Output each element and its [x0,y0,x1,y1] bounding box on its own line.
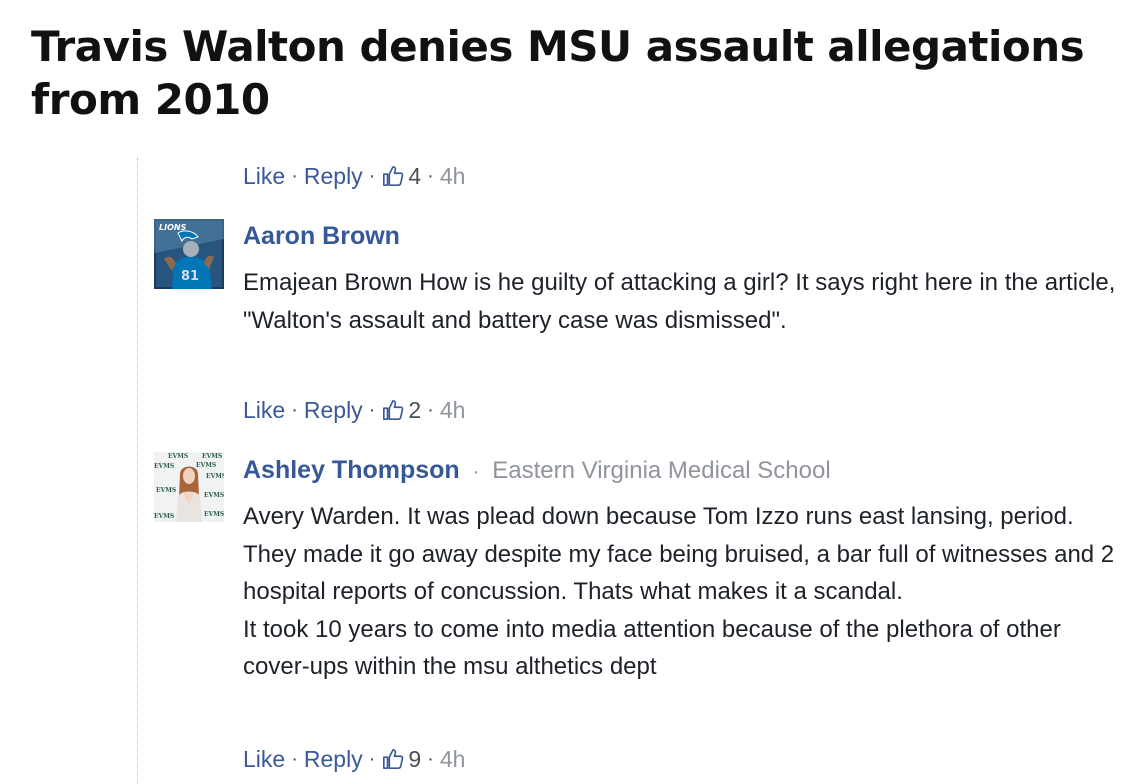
action-separator: · [291,398,298,421]
article-headline: Travis Walton denies MSU assault allegat… [31,22,1085,124]
reply-link[interactable]: Reply [304,746,363,773]
thumbs-up-icon[interactable] [381,398,405,422]
action-separator: · [291,747,298,770]
comment-timestamp[interactable]: 4h [440,163,466,190]
thumbs-up-icon[interactable] [381,747,405,771]
action-separator: · [291,164,298,187]
action-separator: · [368,164,376,187]
comment-text: It took 10 years to come into media atte… [243,615,1061,681]
comment-actions: Like · Reply · 2 · 4h [243,394,465,426]
like-link[interactable]: Like [243,397,285,424]
action-separator: · [368,747,376,770]
svg-text:EVMS: EVMS [168,453,188,460]
comment-body: Avery Warden. It was plead down because … [243,498,1123,686]
svg-text:EVMS: EVMS [156,487,176,494]
svg-text:EVMS: EVMS [202,453,222,460]
like-count: 2 [408,396,422,423]
like-count: 4 [408,162,422,189]
svg-text:EVMS: EVMS [204,492,224,499]
author-affiliation[interactable]: Eastern Virginia Medical School [492,457,830,484]
like-count: 9 [408,745,422,772]
comments-page: Travis Walton denies MSU assault allegat… [0,0,1130,784]
svg-text:EVMS: EVMS [154,513,174,520]
avatar-jersey-number: 81 [181,269,199,284]
avatar[interactable]: EVMS EVMS EVMS EVMS EVMS EVMS EVMS EVMS … [154,452,224,522]
comment-timestamp[interactable]: 4h [440,746,466,773]
comment-author: Ashley Thompson · Eastern Virginia Medic… [243,454,831,488]
svg-text:EVMS: EVMS [204,511,224,518]
comment-text: Emajean Brown How is he guilty of attack… [243,269,1116,334]
reply-link[interactable]: Reply [304,163,363,190]
action-separator: · [427,747,434,770]
comment-author: Aaron Brown [243,220,400,252]
comment-actions: Like · Reply · 4 · 4h [243,160,465,192]
comment-timestamp[interactable]: 4h [440,397,466,424]
svg-text:EVMS: EVMS [196,462,216,469]
thumbs-up-icon[interactable] [381,164,405,188]
like-link[interactable]: Like [243,746,285,773]
author-separator: · [472,461,480,483]
reply-thread-line [137,158,138,784]
reply-link[interactable]: Reply [304,397,363,424]
comment-actions: Like · Reply · 9 · 4h [243,743,465,775]
comment-text: Avery Warden. It was plead down because … [243,503,1115,605]
svg-text:EVMS: EVMS [154,463,174,470]
action-separator: · [368,398,376,421]
svg-text:EVMS: EVMS [206,473,224,480]
comment-body: Emajean Brown How is he guilty of attack… [243,264,1123,339]
author-name[interactable]: Ashley Thompson [243,456,460,484]
like-link[interactable]: Like [243,163,285,190]
action-separator: · [427,164,434,187]
action-separator: · [427,398,434,421]
author-name[interactable]: Aaron Brown [243,222,400,250]
avatar[interactable]: LIONS 81 [154,219,224,289]
